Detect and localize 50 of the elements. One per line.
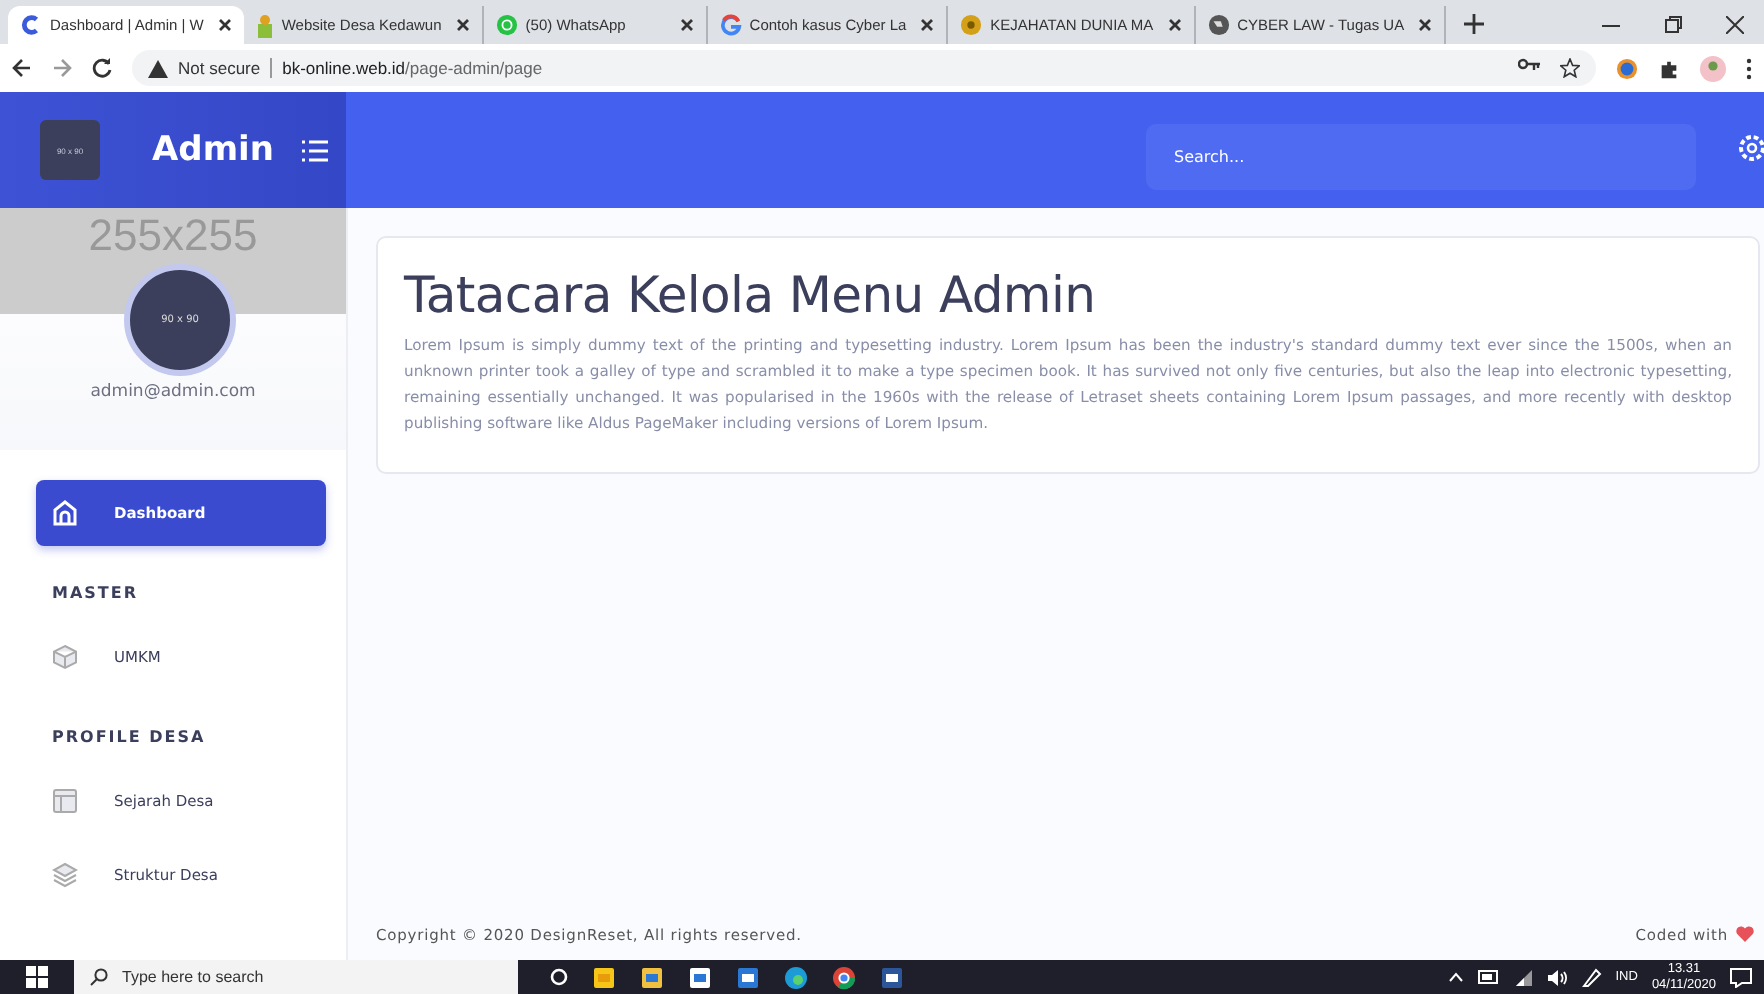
- extension-icon[interactable]: [1616, 57, 1638, 79]
- heart-icon: [1736, 926, 1754, 942]
- pen-icon[interactable]: [1581, 967, 1602, 987]
- close-icon[interactable]: [455, 18, 470, 32]
- notification-icon[interactable]: [1730, 967, 1752, 987]
- page-title: Tatacara Kelola Menu Admin: [404, 266, 1096, 324]
- section-heading: PROFILE DESA: [52, 728, 206, 746]
- cube-icon: [52, 644, 78, 670]
- chrome-icon[interactable]: [832, 965, 856, 989]
- menu-icon[interactable]: [301, 139, 328, 161]
- menu-icon[interactable]: [1746, 57, 1752, 79]
- task-view-icon[interactable]: [550, 968, 568, 986]
- brand-title: Admin: [152, 130, 274, 170]
- url-host: bk-online.web.id: [282, 58, 406, 78]
- puzzle-icon[interactable]: [1658, 57, 1680, 79]
- back-icon[interactable]: [12, 58, 32, 78]
- user-email: admin@admin.com: [88, 382, 258, 402]
- maximize-icon[interactable]: [1664, 16, 1682, 34]
- speaker-icon[interactable]: [1547, 969, 1568, 985]
- close-icon[interactable]: [217, 18, 232, 32]
- close-icon[interactable]: [920, 18, 935, 32]
- settings-icon[interactable]: [1736, 132, 1764, 164]
- search-field[interactable]: Search...: [1146, 124, 1696, 190]
- key-icon[interactable]: [1518, 58, 1540, 70]
- table-icon: [52, 788, 78, 814]
- profile-icon[interactable]: [1700, 55, 1726, 81]
- coin-icon: [960, 14, 983, 36]
- star-icon[interactable]: [1560, 58, 1580, 78]
- battery-icon[interactable]: [1477, 970, 1500, 984]
- layers-icon: [52, 862, 78, 888]
- close-icon[interactable]: [1418, 18, 1433, 32]
- url-path: /page-admin/page: [405, 58, 543, 78]
- close-icon[interactable]: [1726, 16, 1744, 34]
- section-heading: MASTER: [52, 584, 138, 602]
- warning-icon: [148, 59, 168, 77]
- home-icon: [52, 500, 78, 526]
- c-logo-icon: [20, 14, 42, 36]
- address-bar[interactable]: Not secure bk-online.web.id/page-admin/page: [132, 50, 1596, 86]
- security-label: Not secure: [178, 58, 261, 78]
- new-tab-icon[interactable]: [1462, 12, 1487, 36]
- windows-start-icon[interactable]: [26, 966, 48, 988]
- reload-icon[interactable]: [92, 58, 112, 78]
- google-icon: [719, 14, 742, 36]
- forward-icon[interactable]: [52, 58, 72, 78]
- close-icon[interactable]: [1167, 18, 1182, 32]
- taskbar-search-field[interactable]: Type here to search: [74, 960, 518, 994]
- chat-icon: [495, 14, 518, 36]
- close-icon[interactable]: [679, 18, 694, 32]
- chevron-up-icon[interactable]: [1447, 972, 1464, 982]
- wifi-icon[interactable]: [1513, 969, 1534, 985]
